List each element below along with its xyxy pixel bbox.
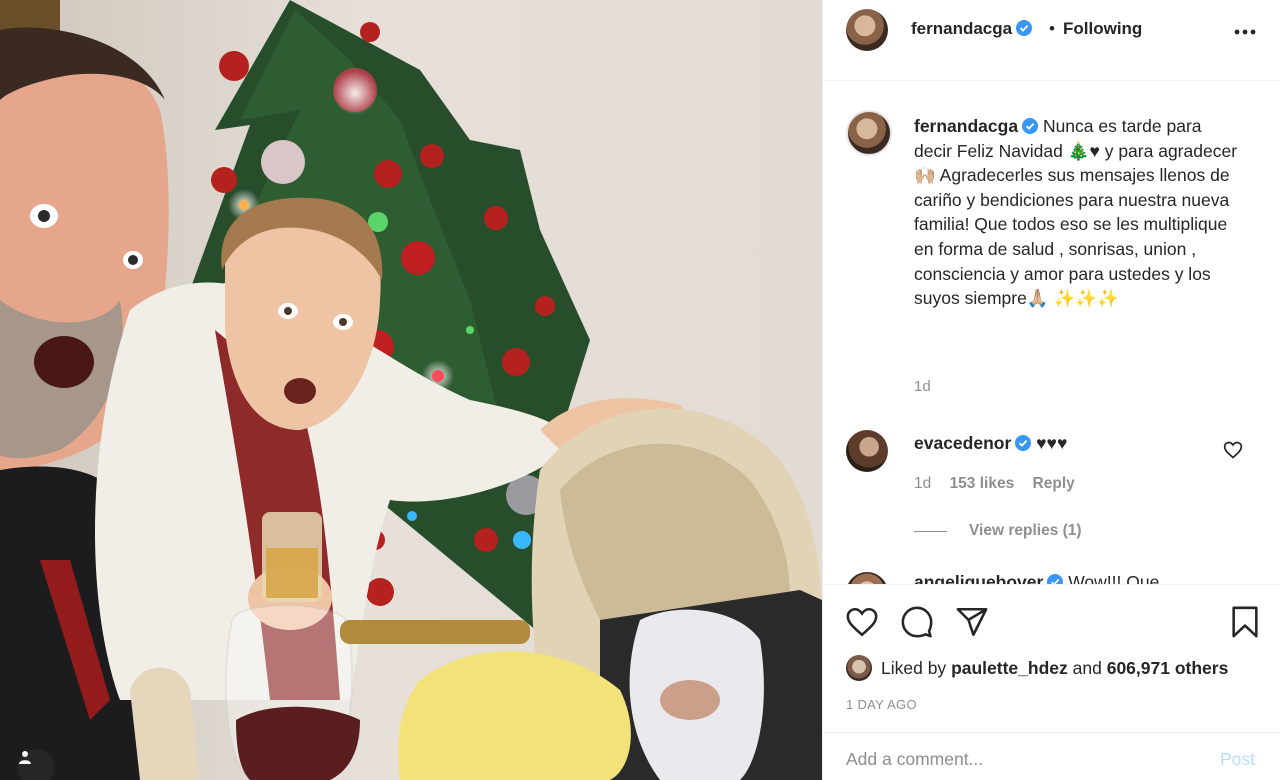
caption-timestamp[interactable]: 1d [914, 378, 931, 395]
comment-username[interactable]: angeliquebover [914, 572, 1043, 584]
comment-body: evacedenor ♥♥♥ [914, 433, 1067, 454]
user-tag-button[interactable] [17, 749, 55, 780]
verified-badge-icon [1047, 574, 1064, 584]
verified-badge-icon [1022, 118, 1039, 134]
bookmark-icon [1232, 606, 1258, 638]
comment-avatar[interactable] [846, 430, 888, 472]
view-replies-divider [914, 530, 947, 532]
likes-summary: Liked by paulette_hdez and 606,971 other… [846, 655, 1228, 681]
photo-illustration [0, 0, 822, 780]
share-icon [956, 607, 988, 637]
like-button[interactable] [845, 605, 879, 639]
post-photo[interactable] [0, 0, 822, 780]
share-button[interactable] [955, 605, 989, 639]
post-timestamp[interactable]: 1 DAY AGO [846, 697, 917, 712]
comment-icon [901, 606, 933, 638]
likes-prefix: Liked by [881, 657, 947, 678]
post-side-panel: fernandacga • Following fernandacga Nunc… [822, 0, 1280, 780]
comment-reply-button[interactable]: Reply [1033, 475, 1075, 492]
likes-count-link[interactable]: 606,971 others [1107, 658, 1229, 679]
heart-icon [1223, 441, 1243, 459]
liker-username[interactable]: paulette_hdez [951, 658, 1068, 679]
more-icon [1234, 29, 1256, 35]
more-options-button[interactable] [1230, 22, 1260, 42]
author-avatar[interactable] [846, 9, 888, 51]
caption-author-avatar[interactable] [846, 110, 892, 156]
author-username-link[interactable]: fernandacga [911, 19, 1033, 39]
header-separator: • [1049, 19, 1055, 38]
liker-avatar[interactable] [846, 655, 872, 681]
comment-body: angeliquebover Wow!!! Que [914, 572, 1159, 584]
post-comment-button[interactable]: Post [1220, 749, 1255, 770]
caption-text: Nunca es tarde para decir Feliz Navidad … [914, 116, 1238, 309]
following-button[interactable]: Following [1063, 19, 1142, 39]
post-actions: Liked by paulette_hdez and 606,971 other… [823, 584, 1280, 780]
view-replies-button[interactable]: View replies (1) [914, 522, 1082, 540]
comment-input[interactable] [846, 745, 1186, 773]
comment-like-button[interactable] [1223, 440, 1243, 460]
wine-glass [224, 604, 360, 780]
comment-text: ♥♥♥ [1036, 433, 1068, 453]
comment-avatar[interactable] [846, 572, 888, 584]
heart-icon [846, 607, 878, 637]
comment-username[interactable]: evacedenor [914, 433, 1011, 453]
caption-username[interactable]: fernandacga [914, 116, 1018, 136]
caption: fernandacga Nunca es tarde para decir Fe… [914, 114, 1244, 311]
comment-time[interactable]: 1d [914, 475, 931, 492]
author-username: fernandacga [911, 19, 1013, 38]
post-header: fernandacga • Following [823, 0, 1280, 81]
save-button[interactable] [1228, 605, 1262, 639]
comment-button[interactable] [900, 605, 934, 639]
comments-list[interactable]: fernandacga Nunca es tarde para decir Fe… [823, 82, 1280, 584]
comment-meta: 1d 153 likes Reply [914, 475, 1089, 493]
comment-likes[interactable]: 153 likes [950, 475, 1015, 492]
user-tag-icon [19, 751, 31, 764]
add-comment-bar: Post [823, 732, 1280, 780]
likes-middle: and [1072, 657, 1102, 678]
verified-badge-icon [1015, 435, 1032, 451]
verified-badge-icon [1016, 20, 1033, 36]
view-replies-label: View replies (1) [969, 522, 1082, 539]
comment-text: Wow!!! Que [1068, 572, 1160, 584]
